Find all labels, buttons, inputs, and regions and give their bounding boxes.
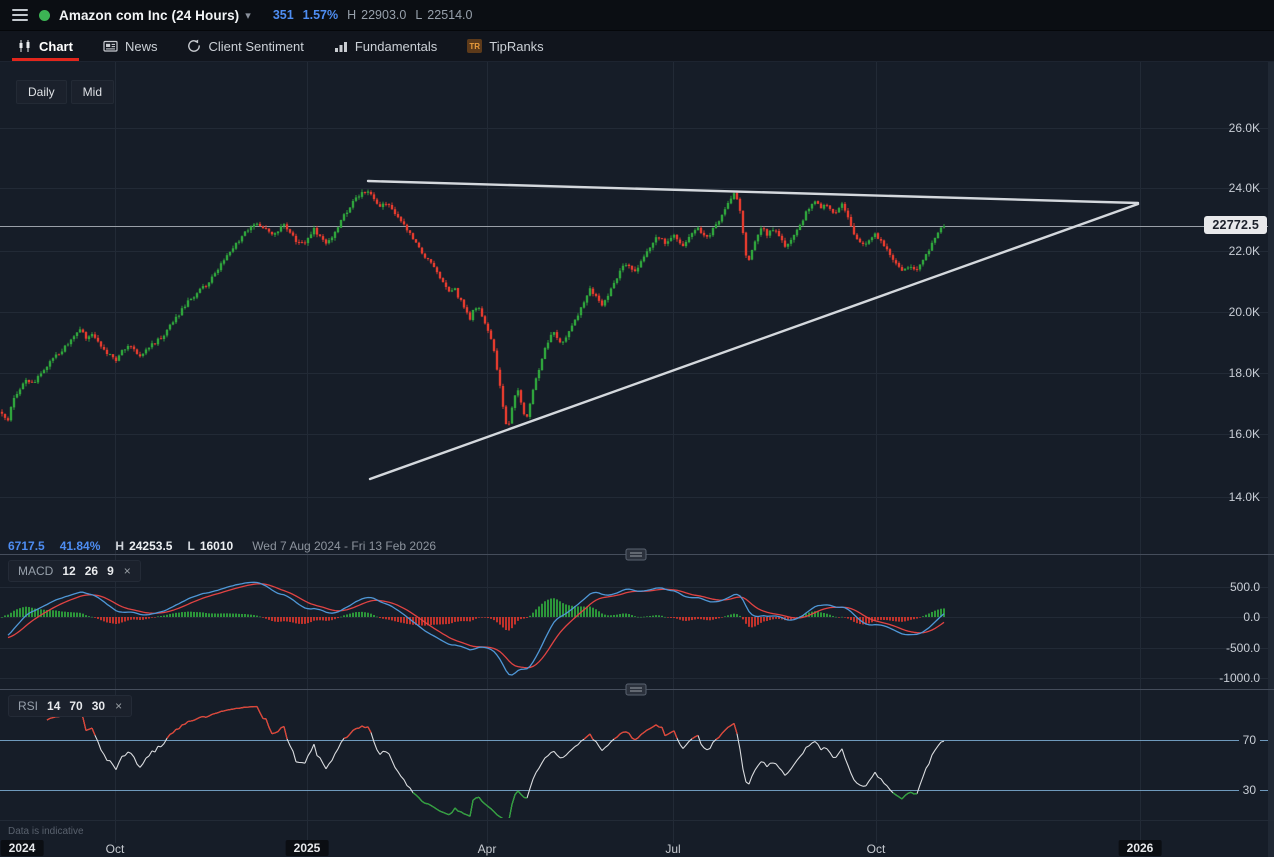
macd-close-icon[interactable]: × xyxy=(124,564,131,578)
tab-tipranks[interactable]: TR TipRanks xyxy=(455,31,555,61)
timeframe-daily-button[interactable]: Daily xyxy=(16,80,67,104)
tab-chart[interactable]: Chart xyxy=(6,31,85,61)
refresh-icon xyxy=(187,39,201,53)
time-axis-tick: Oct xyxy=(867,842,886,856)
macd-param-fast[interactable]: 12 xyxy=(62,564,75,578)
tab-news[interactable]: News xyxy=(91,31,170,61)
session-low: L22514.0 xyxy=(415,8,472,22)
macd-name: MACD xyxy=(18,564,53,578)
tab-bar: Chart News Client Sentiment Fundamentals… xyxy=(0,31,1274,62)
range-percent: 41.84% xyxy=(60,539,101,553)
range-value: 6717.5 xyxy=(8,539,45,553)
time-axis-tick: Jul xyxy=(665,842,680,856)
candlestick-icon xyxy=(18,39,32,53)
time-axis-tick: 2024 xyxy=(1,840,44,856)
rsi-param-period[interactable]: 14 xyxy=(47,699,60,713)
rsi-close-icon[interactable]: × xyxy=(115,699,122,713)
macd-indicator-label[interactable]: MACD 12 26 9 × xyxy=(8,560,141,582)
price-axis-tick: 22.0K xyxy=(1229,244,1260,258)
price-axis-tick: 18.0K xyxy=(1229,366,1260,380)
rsi-param-overbought[interactable]: 70 xyxy=(69,699,82,713)
market-status-dot xyxy=(39,10,50,21)
macd-param-signal[interactable]: 9 xyxy=(107,564,114,578)
range-low: L16010 xyxy=(187,539,233,553)
timeframe-buttons: Daily Mid xyxy=(16,80,114,104)
tab-client-sentiment[interactable]: Client Sentiment xyxy=(175,31,315,61)
session-high: H22903.0 xyxy=(347,8,406,22)
tab-fundamentals[interactable]: Fundamentals xyxy=(322,31,449,61)
bar-chart-icon xyxy=(334,39,348,53)
rsi-param-oversold[interactable]: 30 xyxy=(92,699,105,713)
rsi-axis-tick: 70 xyxy=(1239,733,1260,747)
time-axis-tick: 2025 xyxy=(286,840,329,856)
macd-axis-tick: 500.0 xyxy=(1230,580,1260,594)
range-high: H24253.5 xyxy=(115,539,172,553)
timeframe-mid-button[interactable]: Mid xyxy=(71,80,114,104)
trading-app: { "header": { "symbol_name": "Amazon com… xyxy=(0,0,1274,857)
macd-axis-tick: 0.0 xyxy=(1243,610,1260,624)
time-axis-tick: 2026 xyxy=(1119,840,1162,856)
price-axis-tick: 26.0K xyxy=(1229,121,1260,135)
tipranks-logo: TR xyxy=(467,39,482,53)
menu-icon[interactable] xyxy=(12,9,28,21)
price-axis-tick: 14.0K xyxy=(1229,490,1260,504)
macd-axis-tick: -1000.0 xyxy=(1219,671,1260,685)
macd-axis-tick: -500.0 xyxy=(1226,641,1260,655)
price-axis-tick: 20.0K xyxy=(1229,305,1260,319)
rsi-indicator-label[interactable]: RSI 14 70 30 × xyxy=(8,695,132,717)
rsi-axis-tick: 30 xyxy=(1239,783,1260,797)
price-change: 351 xyxy=(273,8,294,22)
chart-overlays: Daily Mid MACD 12 26 9 × RSI 14 70 30 × … xyxy=(0,0,1274,857)
instrument-title[interactable]: Amazon com Inc (24 Hours) xyxy=(59,8,239,23)
data-indicative-note: Data is indicative xyxy=(8,826,84,837)
chevron-down-icon[interactable]: ▾ xyxy=(245,9,251,22)
time-axis-tick: Oct xyxy=(106,842,125,856)
date-range: Wed 7 Aug 2024 - Fri 13 Feb 2026 xyxy=(252,539,436,553)
newspaper-icon xyxy=(103,39,118,53)
price-change-percent: 1.57% xyxy=(303,8,338,22)
price-axis-tick: 16.0K xyxy=(1229,427,1260,441)
time-axis-tick: Apr xyxy=(478,842,497,856)
price-axis-tick: 24.0K xyxy=(1229,181,1260,195)
range-info-line: 6717.5 41.84% H24253.5 L16010 Wed 7 Aug … xyxy=(8,539,436,553)
header-bar: Amazon com Inc (24 Hours) ▾ 351 1.57% H2… xyxy=(0,0,1274,31)
current-price-badge: 22772.5 xyxy=(1204,216,1267,234)
rsi-name: RSI xyxy=(18,699,38,713)
macd-param-slow[interactable]: 26 xyxy=(85,564,98,578)
